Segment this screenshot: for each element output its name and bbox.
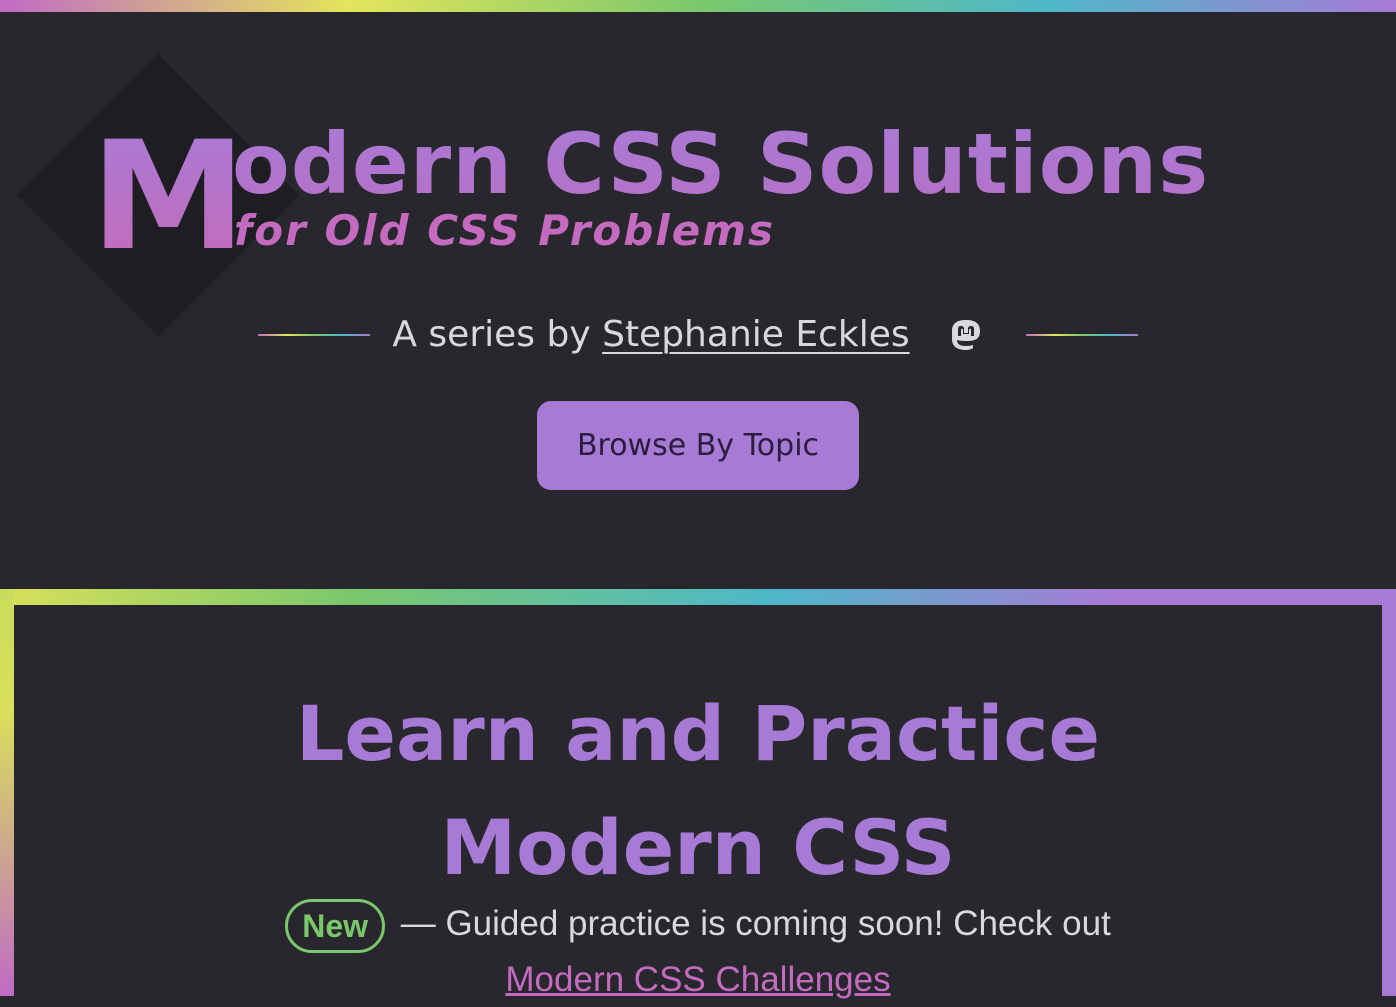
hero-header: M odern CSS Solutions for Old CSS Proble… — [0, 12, 1396, 589]
byline-prefix: A series by — [392, 314, 591, 355]
byline: A series by Stephanie Eckles — [392, 312, 909, 358]
site-title: odern CSS Solutions — [232, 115, 1210, 213]
challenges-link[interactable]: Modern CSS Challenges — [505, 960, 890, 999]
announcement-text: — Guided practice is coming soon! Check … — [391, 904, 1111, 943]
left-divider — [258, 334, 371, 336]
practice-announcement: New — Guided practice is coming soon! Ch… — [14, 897, 1382, 1007]
byline-row: A series by Stephanie Eckles — [0, 312, 1396, 358]
practice-section: Learn and Practice Modern CSS New — Guid… — [0, 589, 1396, 999]
mastodon-icon[interactable] — [948, 317, 984, 353]
new-badge: New — [285, 898, 385, 953]
top-rainbow-bar — [0, 0, 1396, 12]
practice-title: Learn and Practice Modern CSS — [14, 677, 1382, 905]
practice-title-line1: Learn and Practice — [295, 689, 1101, 778]
practice-title-line2: Modern CSS — [440, 803, 956, 892]
author-link[interactable]: Stephanie Eckles — [602, 314, 910, 355]
right-divider — [1025, 334, 1138, 336]
practice-panel: Learn and Practice Modern CSS New — Guid… — [14, 605, 1382, 999]
browse-by-topic-button[interactable]: Browse By Topic — [537, 401, 859, 490]
site-subtitle: for Old CSS Problems — [234, 206, 775, 255]
title-initial: M — [90, 110, 247, 284]
